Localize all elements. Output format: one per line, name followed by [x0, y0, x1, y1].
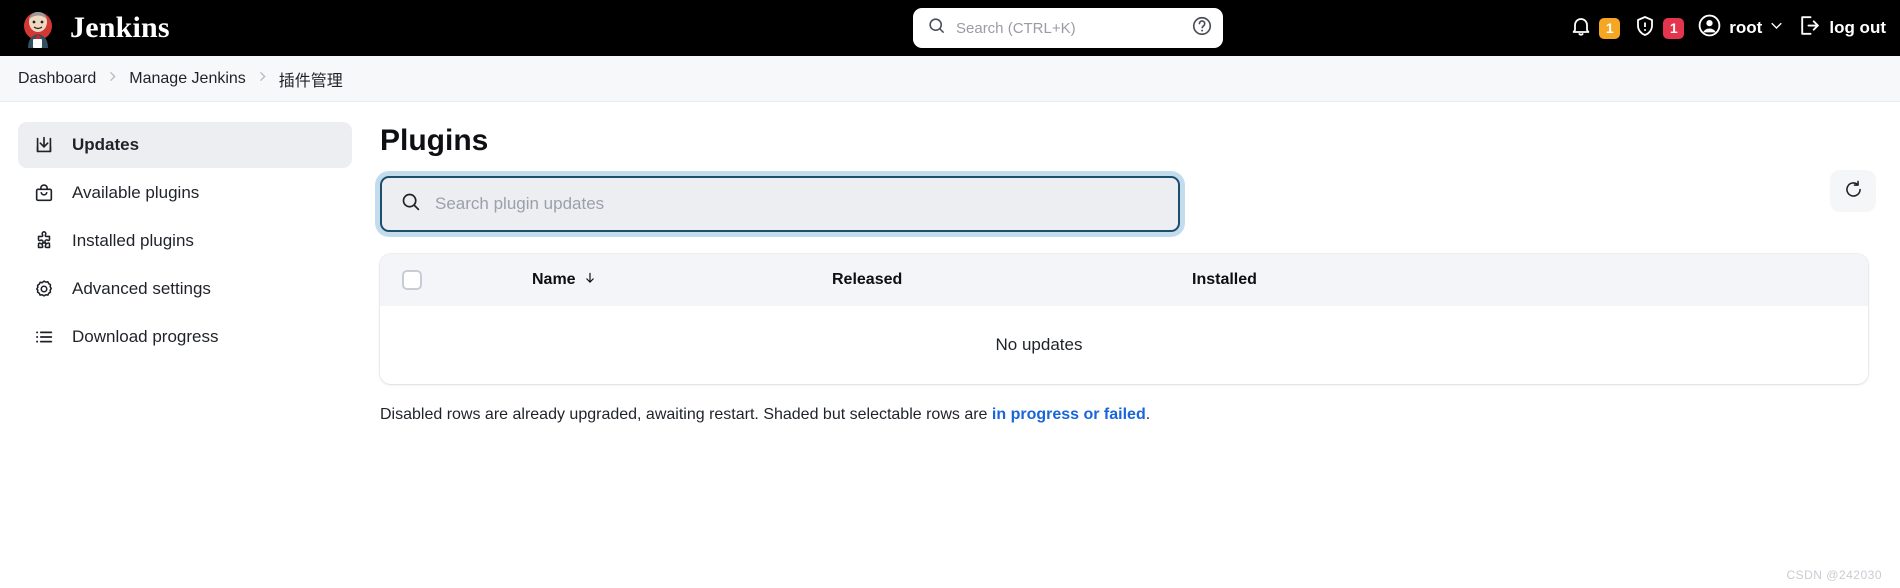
table-footnote: Disabled rows are already upgraded, awai… [380, 406, 1878, 424]
breadcrumb-item-dashboard[interactable]: Dashboard [18, 70, 96, 88]
main-content: Plugins Search plugin updates Name Relea… [370, 102, 1900, 588]
user-circle-icon [1697, 13, 1722, 43]
column-header-label: Name [532, 271, 576, 288]
breadcrumb-item-plugin-manager[interactable]: 插件管理 [279, 67, 343, 91]
jenkins-home-link[interactable]: Jenkins [18, 8, 170, 48]
footnote-text-before: Disabled rows are already upgraded, awai… [380, 406, 992, 423]
footnote-text-after: . [1145, 406, 1151, 423]
sidebar-item-label: Download progress [72, 327, 219, 346]
brand-name: Jenkins [70, 11, 170, 44]
logout-button[interactable]: log out [1797, 13, 1886, 43]
sidebar-item-advanced-settings[interactable]: Advanced settings [18, 266, 352, 312]
search-icon [400, 191, 421, 217]
global-search-input[interactable] [956, 19, 1181, 37]
shield-warning-icon [1633, 14, 1657, 43]
gear-icon [32, 277, 56, 301]
appbar-actions: 1 1 root log out [1569, 0, 1886, 56]
bell-icon [1569, 14, 1593, 43]
table-empty-state: No updates [380, 306, 1868, 384]
help-circle-icon[interactable] [1191, 15, 1213, 42]
sidebar-item-download-progress[interactable]: Download progress [18, 314, 352, 360]
plugin-search-input[interactable] [435, 194, 1160, 214]
puzzle-piece-icon [32, 229, 56, 253]
column-header-label: Installed [1192, 271, 1257, 288]
sidebar-item-label: Available plugins [72, 183, 200, 202]
in-progress-or-failed-link[interactable]: in progress or failed [992, 406, 1146, 423]
jenkins-butler-logo-icon [18, 8, 58, 48]
select-all-cell[interactable] [402, 270, 532, 290]
refresh-icon [1843, 179, 1864, 203]
plugin-updates-table: Name Released Installed No updates [380, 254, 1868, 384]
global-search-box[interactable] [913, 8, 1223, 48]
download-box-icon [32, 133, 56, 157]
list-icon [32, 325, 56, 349]
page-body: Updates Available plugins Installed plug… [0, 102, 1900, 588]
breadcrumb-item-manage-jenkins[interactable]: Manage Jenkins [129, 70, 246, 88]
chevron-right-icon [106, 70, 119, 87]
sidebar-item-label: Installed plugins [72, 231, 194, 250]
sidebar: Updates Available plugins Installed plug… [0, 102, 370, 588]
column-header-name[interactable]: Name [532, 270, 832, 291]
sidebar-item-available-plugins[interactable]: Available plugins [18, 170, 352, 216]
search-icon [927, 16, 946, 40]
chevron-down-icon [1769, 18, 1784, 38]
plugin-search-box[interactable] [380, 176, 1180, 232]
watermark: CSDN @242030 [1786, 568, 1882, 582]
notifications-badge: 1 [1599, 17, 1621, 39]
sidebar-item-label: Updates [72, 135, 140, 154]
column-header-label: Released [832, 271, 903, 288]
chevron-right-icon [256, 70, 269, 87]
plugin-search-row [380, 176, 1878, 232]
sidebar-item-updates[interactable]: Updates [18, 122, 352, 168]
security-badge: 1 [1663, 17, 1685, 39]
column-header-released[interactable]: Released [832, 271, 1192, 289]
sidebar-item-label: Advanced settings [72, 279, 211, 298]
sidebar-item-installed-plugins[interactable]: Installed plugins [18, 218, 352, 264]
empty-message: No updates [995, 335, 1083, 354]
logout-arrow-icon [1797, 13, 1822, 43]
user-name-label: root [1729, 18, 1763, 37]
bag-icon [32, 181, 56, 205]
column-header-installed[interactable]: Installed [1192, 271, 1868, 289]
select-all-checkbox[interactable] [402, 270, 422, 290]
breadcrumb: Dashboard Manage Jenkins 插件管理 [0, 56, 1900, 102]
logout-label: log out [1829, 18, 1886, 37]
security-warnings-button[interactable]: 1 [1633, 14, 1685, 43]
arrow-down-icon [583, 270, 597, 291]
user-menu-button[interactable]: root [1697, 13, 1784, 43]
notifications-button[interactable]: 1 [1569, 14, 1621, 43]
table-header-row: Name Released Installed [380, 254, 1868, 306]
page-title: Plugins [380, 124, 489, 157]
refresh-button[interactable] [1830, 170, 1876, 212]
top-app-bar: Jenkins 1 [0, 0, 1900, 56]
